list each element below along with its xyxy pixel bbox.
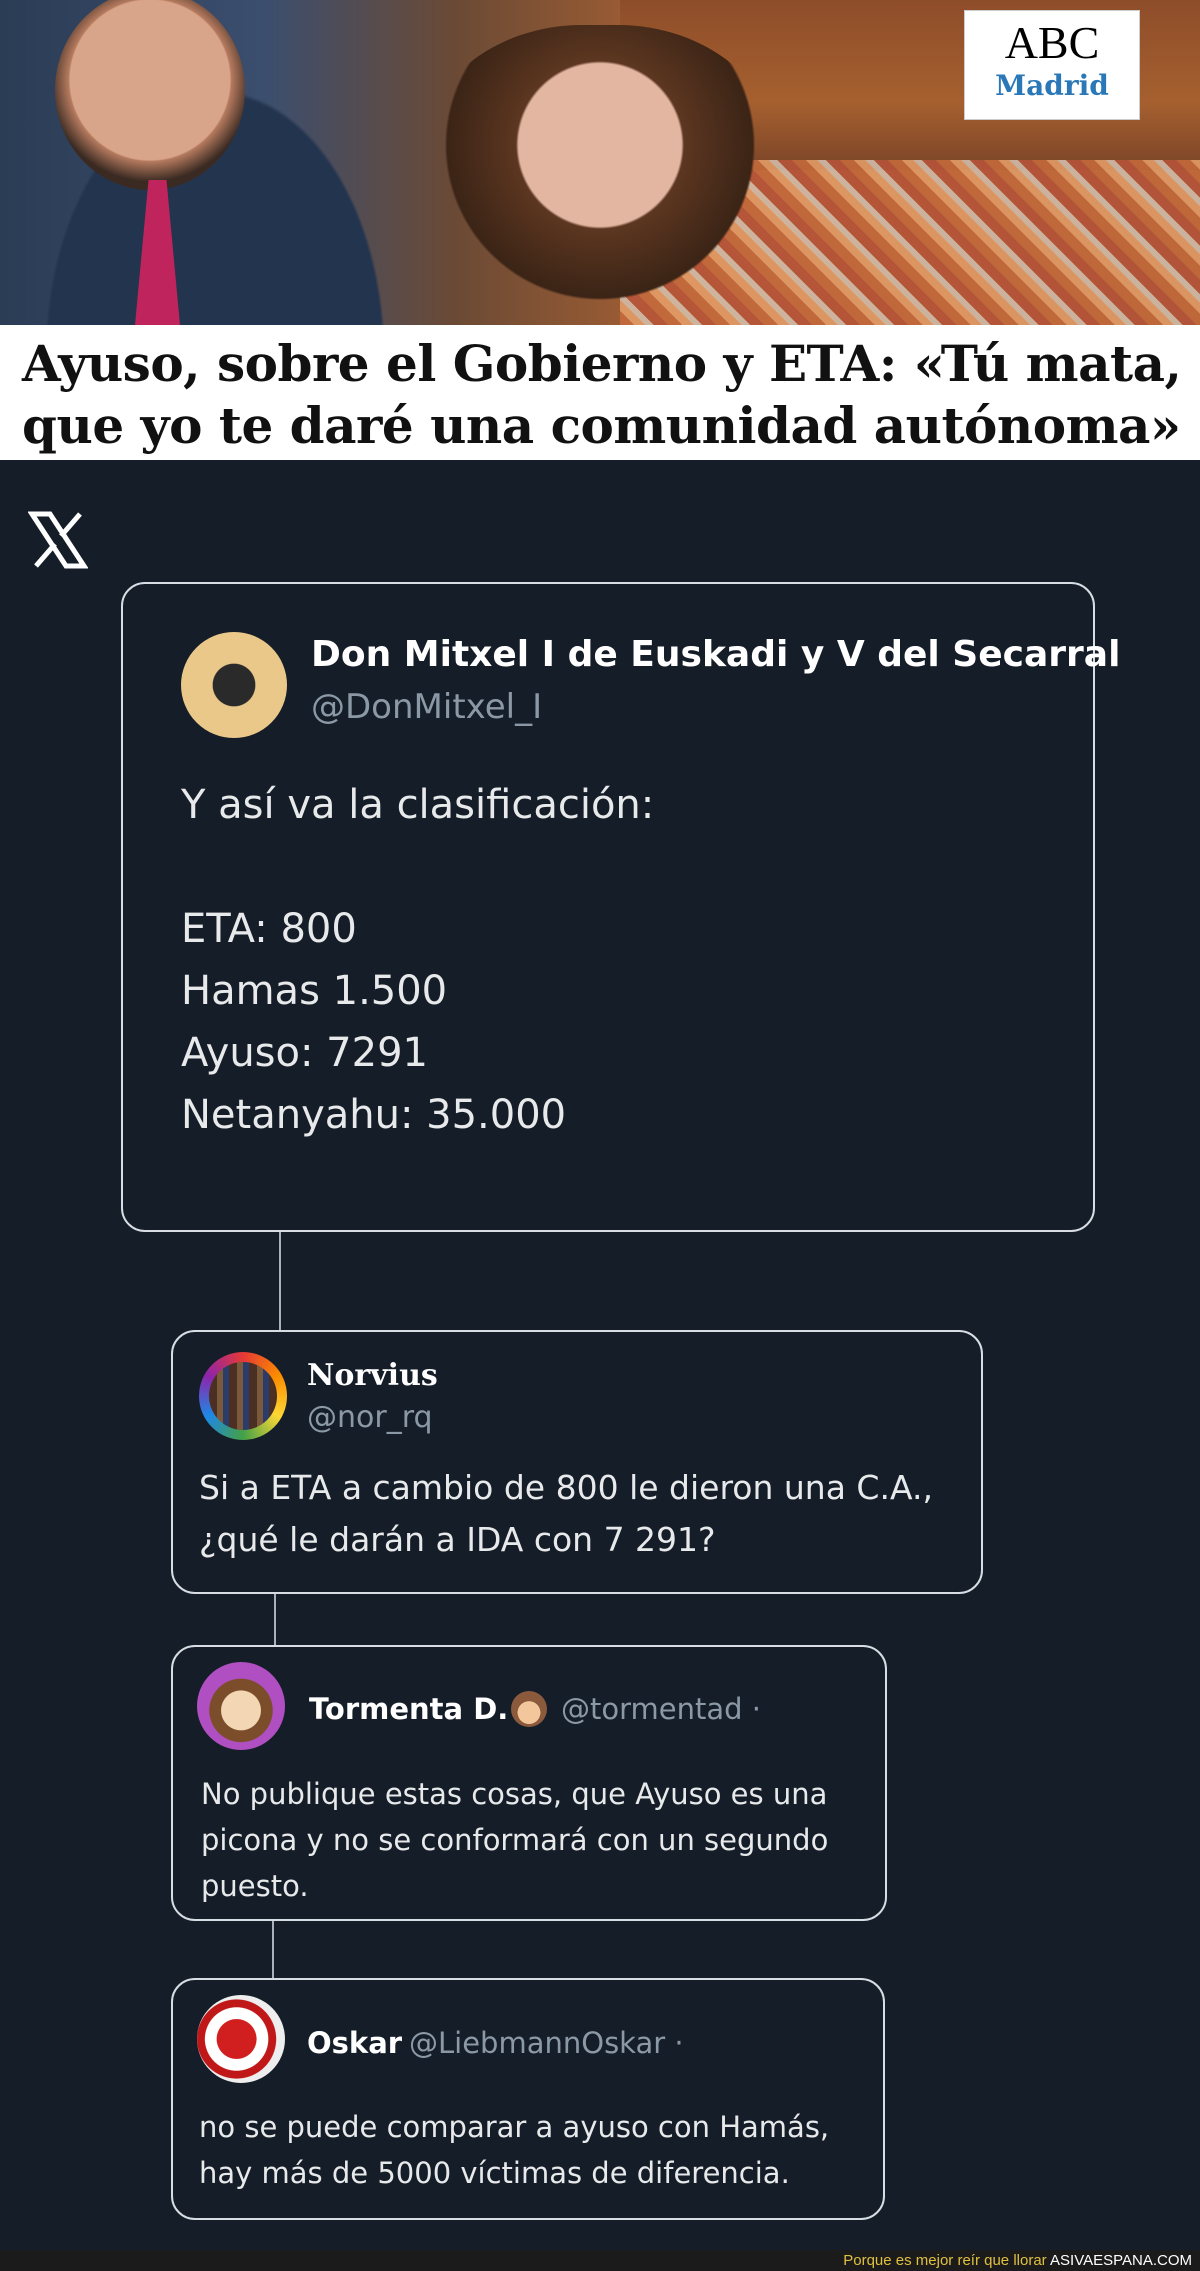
avatar[interactable] [181, 632, 287, 738]
avatar[interactable] [197, 1662, 285, 1750]
avatar[interactable] [197, 1995, 285, 2083]
reply-tweet-card[interactable]: Norvius @nor_rq Si a ETA a cambio de 800… [171, 1330, 983, 1594]
tweet-author-handle[interactable]: @LiebmannOskar · [409, 2026, 684, 2060]
tweet-text: Si a ETA a cambio de 800 le dieron una C… [199, 1468, 933, 1559]
monkey-emoji-icon [511, 1691, 547, 1727]
reply-tweet-card[interactable]: Oskar @LiebmannOskar · no se puede compa… [171, 1978, 885, 2220]
news-headline: Ayuso, sobre el Gobierno y ETA: «Tú mata… [22, 334, 1182, 455]
footer-bar: Porque es mejor reír que llorar ASIVAESP… [0, 2250, 1200, 2271]
tweet-text: No publique estas cosas, que Ayuso es un… [201, 1777, 829, 1903]
x-logo-icon [27, 510, 89, 570]
thread-connector [274, 1594, 276, 1645]
footer-site-link[interactable]: ASIVAESPANA.COM [1050, 2252, 1192, 2269]
tweet-author-name[interactable]: Tormenta D. [309, 1692, 508, 1726]
reply-tweet-card[interactable]: Tormenta D. @tormentad · No publique est… [171, 1645, 887, 1921]
tweet-author-name[interactable]: Norvius [307, 1358, 438, 1393]
tweet-author-handle[interactable]: @tormentad · [561, 1692, 761, 1726]
footer-text: Porque es mejor reír que llorar ASIVAESP… [843, 2252, 1192, 2269]
tweet-text: Y así va la clasificación: ETA: 800 Hama… [181, 782, 655, 1138]
tweet-text: no se puede comparar a ayuso con Hamás, … [199, 2110, 830, 2190]
thread-connector [279, 1232, 281, 1330]
thread-connector [272, 1921, 274, 1978]
abc-madrid-logo: ABC Madrid [964, 10, 1140, 120]
avatar[interactable] [199, 1352, 287, 1440]
main-tweet-card[interactable]: Don Mitxel I de Euskadi y V del Secarral… [121, 582, 1120, 1232]
news-photo: ABC Madrid [0, 0, 1200, 325]
logo-city-text: Madrid [995, 69, 1109, 102]
logo-abc-text: ABC [1004, 17, 1100, 68]
tweet-author-name[interactable]: Don Mitxel I de Euskadi y V del Secarral [311, 634, 1120, 675]
footer-tagline: Porque es mejor reír que llorar [843, 2252, 1047, 2269]
tweet-author-name[interactable]: Oskar [307, 2026, 402, 2060]
tweet-author-handle[interactable]: @nor_rq [307, 1400, 433, 1435]
woman-figure [420, 25, 780, 325]
news-headline-bar: Ayuso, sobre el Gobierno y ETA: «Tú mata… [0, 325, 1200, 460]
tweet-author-handle[interactable]: @DonMitxel_I [311, 687, 542, 727]
